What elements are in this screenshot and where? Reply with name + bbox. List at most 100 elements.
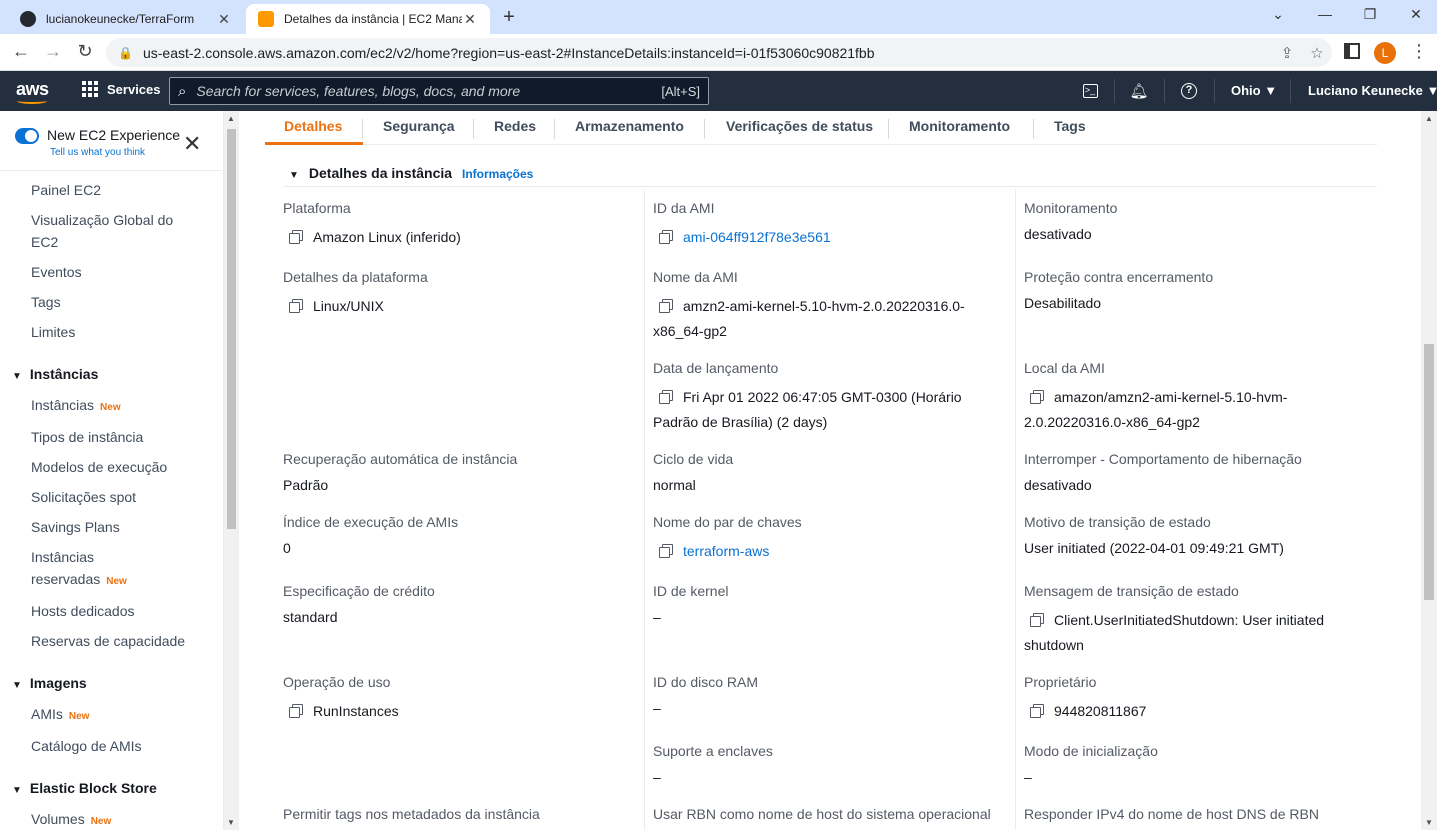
close-icon[interactable]: ✕ xyxy=(183,131,201,157)
search-input[interactable]: ⌕ Search for services, features, blogs, … xyxy=(169,77,709,105)
sidebar-item-tags[interactable]: Tags xyxy=(31,291,61,313)
side-panel-icon[interactable] xyxy=(1344,43,1360,59)
new-tab-button[interactable]: + xyxy=(498,6,520,29)
field-label-plataforma: Plataforma xyxy=(283,200,351,216)
services-menu[interactable]: Services xyxy=(82,81,161,97)
sidebar-item-modelos[interactable]: Modelos de execução xyxy=(31,456,167,478)
scroll-up-arrow[interactable]: ▲ xyxy=(1425,114,1433,123)
tab-redes[interactable]: Redes xyxy=(494,118,536,134)
sidebar-item-savings[interactable]: Savings Plans xyxy=(31,516,120,538)
field-label-par-chaves: Nome do par de chaves xyxy=(653,514,802,530)
field-value-id-ami[interactable]: ami-064ff912f78e3e561 xyxy=(659,225,831,250)
main-scrollbar[interactable]: ▲ ▼ xyxy=(1421,111,1437,830)
copy-icon[interactable] xyxy=(659,390,673,404)
forward-button[interactable]: → xyxy=(42,41,64,62)
scroll-down-arrow[interactable]: ▼ xyxy=(227,818,235,827)
minimize-button[interactable]: — xyxy=(1315,6,1335,22)
copy-icon[interactable] xyxy=(289,230,303,244)
sidebar-section-imagens[interactable]: ▼ Imagens xyxy=(12,675,87,691)
sidebar-item-reservadas-line2[interactable]: reservadas New xyxy=(31,568,127,593)
sidebar-item-reservas-capacidade[interactable]: Reservas de capacidade xyxy=(31,630,185,652)
sidebar-item-global-view[interactable]: Visualização Global do xyxy=(31,209,173,231)
copy-icon[interactable] xyxy=(289,299,303,313)
sidebar-item-amis[interactable]: AMIs New xyxy=(31,703,89,728)
copy-icon[interactable] xyxy=(659,230,673,244)
sidebar-item-painel[interactable]: Painel EC2 xyxy=(31,179,101,201)
section-header[interactable]: ▼ Detalhes da instância xyxy=(289,165,452,181)
tab-tags[interactable]: Tags xyxy=(1054,118,1086,134)
sidebar-item-tipos[interactable]: Tipos de instância xyxy=(31,426,143,448)
bell-icon[interactable]: 🔔︎ xyxy=(1128,80,1150,102)
copy-icon[interactable] xyxy=(289,704,303,718)
browser-menu-icon[interactable]: ⋮ xyxy=(1410,41,1428,62)
sidebar-section-instancias[interactable]: ▼ Instâncias xyxy=(12,366,98,382)
tab-detalhes[interactable]: Detalhes xyxy=(284,118,342,134)
feedback-link[interactable]: Tell us what you think xyxy=(50,147,145,158)
sidebar-item-catalogo-amis[interactable]: Catálogo de AMIs xyxy=(31,735,142,757)
share-icon[interactable]: ⇪ xyxy=(1272,44,1302,62)
copy-icon[interactable] xyxy=(659,544,673,558)
value-link[interactable]: ami-064ff912f78e3e561 xyxy=(683,229,831,245)
window-close-button[interactable]: ✕ xyxy=(1406,6,1426,23)
restore-button[interactable]: ❐ xyxy=(1360,6,1380,23)
field-label-responder-ipv4: Responder IPv4 do nome de host DNS de RB… xyxy=(1024,806,1319,822)
scroll-thumb[interactable] xyxy=(1424,344,1434,600)
new-experience-toggle[interactable] xyxy=(15,128,39,144)
sidebar-scrollbar[interactable]: ▲ ▼ xyxy=(224,111,239,830)
scroll-thumb[interactable] xyxy=(227,129,236,529)
scroll-up-arrow[interactable]: ▲ xyxy=(227,114,235,123)
value-link[interactable]: terraform-aws xyxy=(683,543,769,559)
tab-verificacoes-status[interactable]: Verificações de status xyxy=(726,118,873,134)
caret-down-icon: ▼ xyxy=(289,170,299,181)
profile-avatar[interactable]: L xyxy=(1374,42,1396,64)
copy-icon[interactable] xyxy=(659,299,673,313)
sidebar-item-global-view-line2[interactable]: EC2 xyxy=(31,231,58,253)
cloudshell-icon[interactable]: >_ xyxy=(1079,80,1101,102)
url-bar[interactable]: 🔒 us-east-2.console.aws.amazon.com/ec2/v… xyxy=(106,38,1332,67)
url-text[interactable]: us-east-2.console.aws.amazon.com/ec2/v2/… xyxy=(143,45,1272,61)
close-icon[interactable]: ✕ xyxy=(462,11,478,28)
sidebar-item-volumes[interactable]: Volumes New xyxy=(31,808,111,830)
aws-cube-icon xyxy=(258,11,274,27)
copy-icon[interactable] xyxy=(1030,704,1044,718)
help-icon[interactable]: ? xyxy=(1178,80,1200,102)
aws-logo[interactable]: aws xyxy=(16,79,49,104)
browser-tabbar: lucianokeunecke/TerraForm ✕ Detalhes da … xyxy=(0,0,1437,34)
account-menu[interactable]: Luciano Keunecke ▼ xyxy=(1308,83,1437,98)
new-badge: New xyxy=(90,816,112,827)
browser-tab-ec2[interactable]: Detalhes da instância | EC2 Mana ✕ xyxy=(246,4,490,34)
field-label-local-ami: Local da AMI xyxy=(1024,360,1105,376)
close-icon[interactable]: ✕ xyxy=(216,11,232,28)
sidebar-item-instancias[interactable]: Instâncias New xyxy=(31,394,121,419)
field-label-id-ami: ID da AMI xyxy=(653,200,715,216)
field-value-proprietario: 944820811867 xyxy=(1030,699,1146,724)
back-button[interactable]: ← xyxy=(10,41,32,62)
browser-tab-github[interactable]: lucianokeunecke/TerraForm ✕ xyxy=(8,4,244,34)
tab-search-icon[interactable]: ⌄ xyxy=(1268,6,1288,23)
bookmark-star-icon[interactable]: ☆ xyxy=(1302,44,1332,62)
field-value-suporte-enclaves: – xyxy=(653,769,661,785)
tab-monitoramento[interactable]: Monitoramento xyxy=(909,118,1010,134)
sidebar-item-reservadas[interactable]: Instâncias xyxy=(31,546,94,568)
field-value-recuperacao: Padrão xyxy=(283,477,329,493)
copy-icon[interactable] xyxy=(1030,613,1044,627)
tab-seguranca[interactable]: Segurança xyxy=(383,118,455,134)
copy-icon[interactable] xyxy=(1030,390,1044,404)
region-selector[interactable]: Ohio ▼ xyxy=(1231,83,1277,98)
tab-armazenamento[interactable]: Armazenamento xyxy=(575,118,684,134)
value-text: Amazon Linux (inferido) xyxy=(313,229,461,245)
field-value-par-chaves[interactable]: terraform-aws xyxy=(659,539,769,564)
lock-icon[interactable]: 🔒 xyxy=(118,46,133,60)
info-link[interactable]: Informações xyxy=(462,167,533,181)
sidebar-item-spot[interactable]: Solicitações spot xyxy=(31,486,136,508)
sidebar-item-hosts[interactable]: Hosts dedicados xyxy=(31,600,135,622)
sidebar-item-limites[interactable]: Limites xyxy=(31,321,75,343)
reload-button[interactable]: ↻ xyxy=(74,41,96,62)
active-tab-indicator xyxy=(265,142,363,145)
sidebar-section-ebs[interactable]: ▼ Elastic Block Store xyxy=(12,780,157,796)
field-value-id-disco-ram: – xyxy=(653,700,661,716)
sidebar-item-eventos[interactable]: Eventos xyxy=(31,261,82,283)
aws-top-nav: aws Services ⌕ Search for services, feat… xyxy=(0,71,1437,111)
field-label-nome-ami: Nome da AMI xyxy=(653,269,738,285)
scroll-down-arrow[interactable]: ▼ xyxy=(1425,818,1433,827)
